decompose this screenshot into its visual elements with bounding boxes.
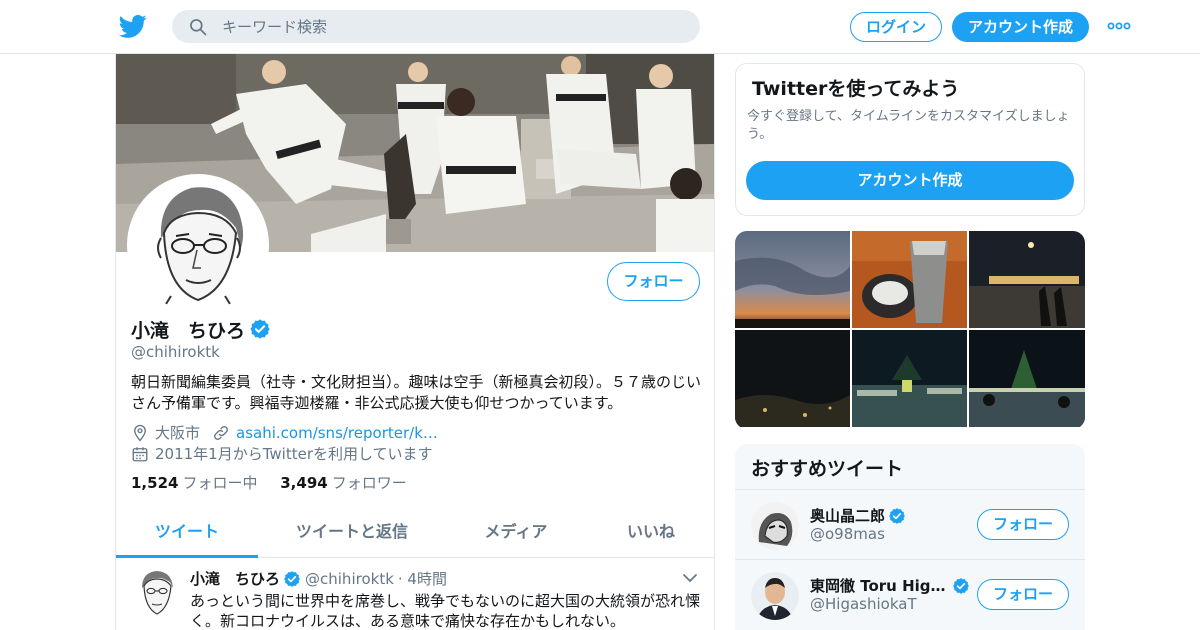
tweet-item[interactable]: 小滝 ちひろ @chihiroktk · 4時間 あっという間に世界中を席巻し、… [116, 558, 714, 630]
tweet-author-handle[interactable]: @chihiroktk [305, 570, 394, 588]
photo-thumbnail[interactable] [969, 231, 1085, 328]
recommended-user-avatar[interactable] [751, 572, 799, 620]
recommended-user-name[interactable]: 奥山晶二郎 [810, 505, 970, 526]
tweet-author-name[interactable]: 小滝 ちひろ [190, 568, 280, 589]
profile-joined-date: 2011年1月からTwitterを利用しています [155, 445, 433, 463]
recommended-follow-button[interactable]: フォロー [977, 509, 1069, 540]
following-count: 1,524 [131, 474, 179, 492]
profile-name-text: 小滝 ちひろ [131, 320, 246, 342]
followers-stat[interactable]: 3,494 フォロワー [280, 474, 406, 492]
profile-joined-row: 2011年1月からTwitterを利用しています [131, 443, 433, 464]
link-icon [214, 425, 228, 440]
tab-tweets-and-replies[interactable]: ツイートと返信 [266, 506, 438, 558]
profile-website-link[interactable]: asahi.com/sns/reporter/k… [236, 424, 438, 442]
tab-likes[interactable]: いいね [596, 506, 706, 558]
photo-thumbnail[interactable] [969, 330, 1085, 427]
photo-thumbnail[interactable] [735, 231, 850, 328]
verified-badge-icon [953, 577, 969, 594]
top-navigation-bar: ログイン アカウント作成 [0, 0, 1200, 54]
followers-count: 3,494 [280, 474, 328, 492]
recommended-title: おすすめツイート [751, 458, 904, 480]
tab-media[interactable]: メディア [456, 506, 576, 558]
signup-button[interactable]: アカウント作成 [952, 12, 1089, 42]
profile-location-link-row: 大阪市 asahi.com/sns/reporter/k… [131, 422, 438, 443]
signup-card: Twitterを使ってみよう 今すぐ登録して、タイムラインをカスタマイズしましょ… [735, 63, 1085, 216]
search-icon [190, 19, 207, 36]
more-dots-icon[interactable] [1106, 17, 1132, 35]
photo-thumbnail[interactable] [735, 330, 850, 427]
profile-name: 小滝 ちひろ [131, 316, 271, 343]
search-bar[interactable] [172, 10, 700, 43]
recommended-follow-button[interactable]: フォロー [977, 579, 1069, 610]
photo-grid [735, 231, 1085, 429]
followers-label: フォロワー [331, 474, 407, 492]
signup-card-description: 今すぐ登録して、タイムラインをカスタマイズしましょう。 [747, 109, 1070, 142]
following-label: フォロー中 [182, 474, 258, 492]
follow-button[interactable]: フォロー [607, 262, 700, 301]
profile-location: 大阪市 [155, 424, 201, 442]
login-button[interactable]: ログイン [850, 12, 942, 42]
verified-badge-icon [284, 570, 300, 587]
location-pin-icon [134, 424, 146, 442]
profile-column: フォロー 小滝 ちひろ @chihiroktk 朝日新聞編集委員（社寺・文化財担… [115, 54, 715, 630]
tab-tweets[interactable]: ツイート [116, 506, 258, 558]
photo-thumbnail[interactable] [852, 330, 967, 427]
search-input[interactable] [222, 10, 682, 43]
verified-badge-icon [889, 507, 905, 524]
profile-handle: @chihiroktk [131, 343, 220, 361]
photo-thumbnail[interactable] [852, 231, 967, 328]
calendar-icon [132, 446, 148, 461]
twitter-bird-icon[interactable] [119, 12, 147, 40]
tweet-timestamp[interactable]: · 4時間 [398, 568, 447, 589]
signup-card-button[interactable]: アカウント作成 [746, 161, 1074, 200]
profile-stats: 1,524 フォロー中 3,494 フォロワー [131, 472, 407, 493]
chevron-down-icon[interactable] [682, 572, 698, 584]
recommended-user-avatar[interactable] [751, 502, 799, 550]
recommended-user-row[interactable]: 奥山晶二郎 @o98mas フォロー [735, 489, 1085, 559]
profile-avatar[interactable] [127, 174, 269, 316]
recommended-user-handle: @HigashiokaT [810, 595, 917, 613]
recommended-user-name-text: 奥山晶二郎 [810, 507, 886, 525]
recommended-user-name[interactable]: 東岡徹 Toru Higa… [810, 575, 970, 596]
profile-tabs: ツイート ツイートと返信 メディア いいね [116, 506, 714, 558]
tweet-header: 小滝 ちひろ @chihiroktk · 4時間 [190, 568, 447, 589]
tweet-avatar[interactable] [134, 568, 180, 618]
tweet-text: あっという間に世界中を席巻し、戦争でもないのに超大国の大統領が恐れ慄く。新コロナ… [190, 592, 701, 630]
signup-card-title: Twitterを使ってみよう [752, 78, 960, 100]
recommended-tweets-panel: おすすめツイート 奥山晶二郎 @o98mas フォロー 東岡徹 Toru Hig… [735, 444, 1085, 630]
following-stat[interactable]: 1,524 フォロー中 [131, 474, 257, 492]
recommended-user-handle: @o98mas [810, 525, 885, 543]
recommended-user-name-text: 東岡徹 Toru Higa… [810, 577, 949, 595]
verified-badge-icon [250, 319, 270, 339]
profile-bio: 朝日新聞編集委員（社寺・文化財担当）。趣味は空手（新極真会初段）。５７歳のじいさ… [131, 373, 702, 412]
recommended-user-row[interactable]: 東岡徹 Toru Higa… @HigashiokaT フォロー [735, 559, 1085, 629]
